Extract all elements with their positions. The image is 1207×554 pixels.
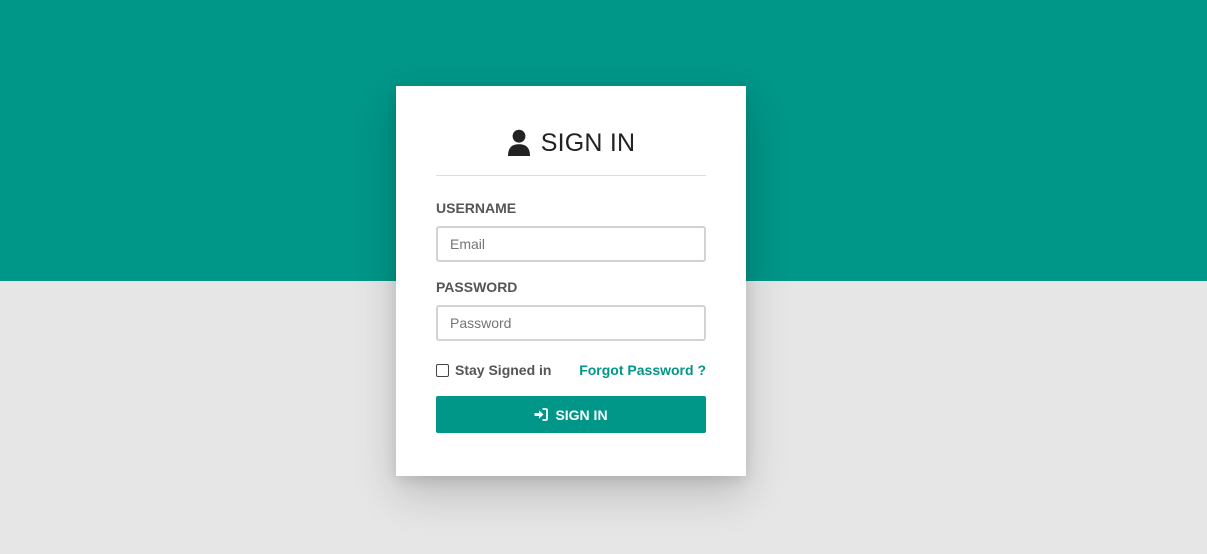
sign-in-button[interactable]: SIGN IN [436, 396, 706, 433]
forgot-password-link[interactable]: Forgot Password ? [579, 362, 706, 378]
username-label: USERNAME [436, 200, 517, 216]
user-icon [507, 129, 531, 157]
stay-signed-in-checkbox[interactable] [436, 363, 449, 377]
password-label: PASSWORD [436, 279, 518, 295]
header-divider [436, 175, 706, 176]
page-title: SIGN IN [540, 128, 636, 157]
password-input[interactable] [436, 305, 706, 341]
stay-signed-in-label: Stay Signed in [455, 362, 552, 378]
sign-in-icon [534, 408, 549, 421]
options-row: Stay Signed in Forgot Password ? [436, 361, 706, 379]
username-input[interactable] [436, 226, 706, 262]
login-card: SIGN IN USERNAME PASSWORD Stay Signed in… [396, 86, 746, 476]
sign-in-button-label: SIGN IN [555, 406, 608, 423]
card-header: SIGN IN [436, 125, 706, 161]
login-page: SIGN IN USERNAME PASSWORD Stay Signed in… [0, 0, 1207, 554]
stay-signed-in[interactable]: Stay Signed in [436, 362, 551, 378]
